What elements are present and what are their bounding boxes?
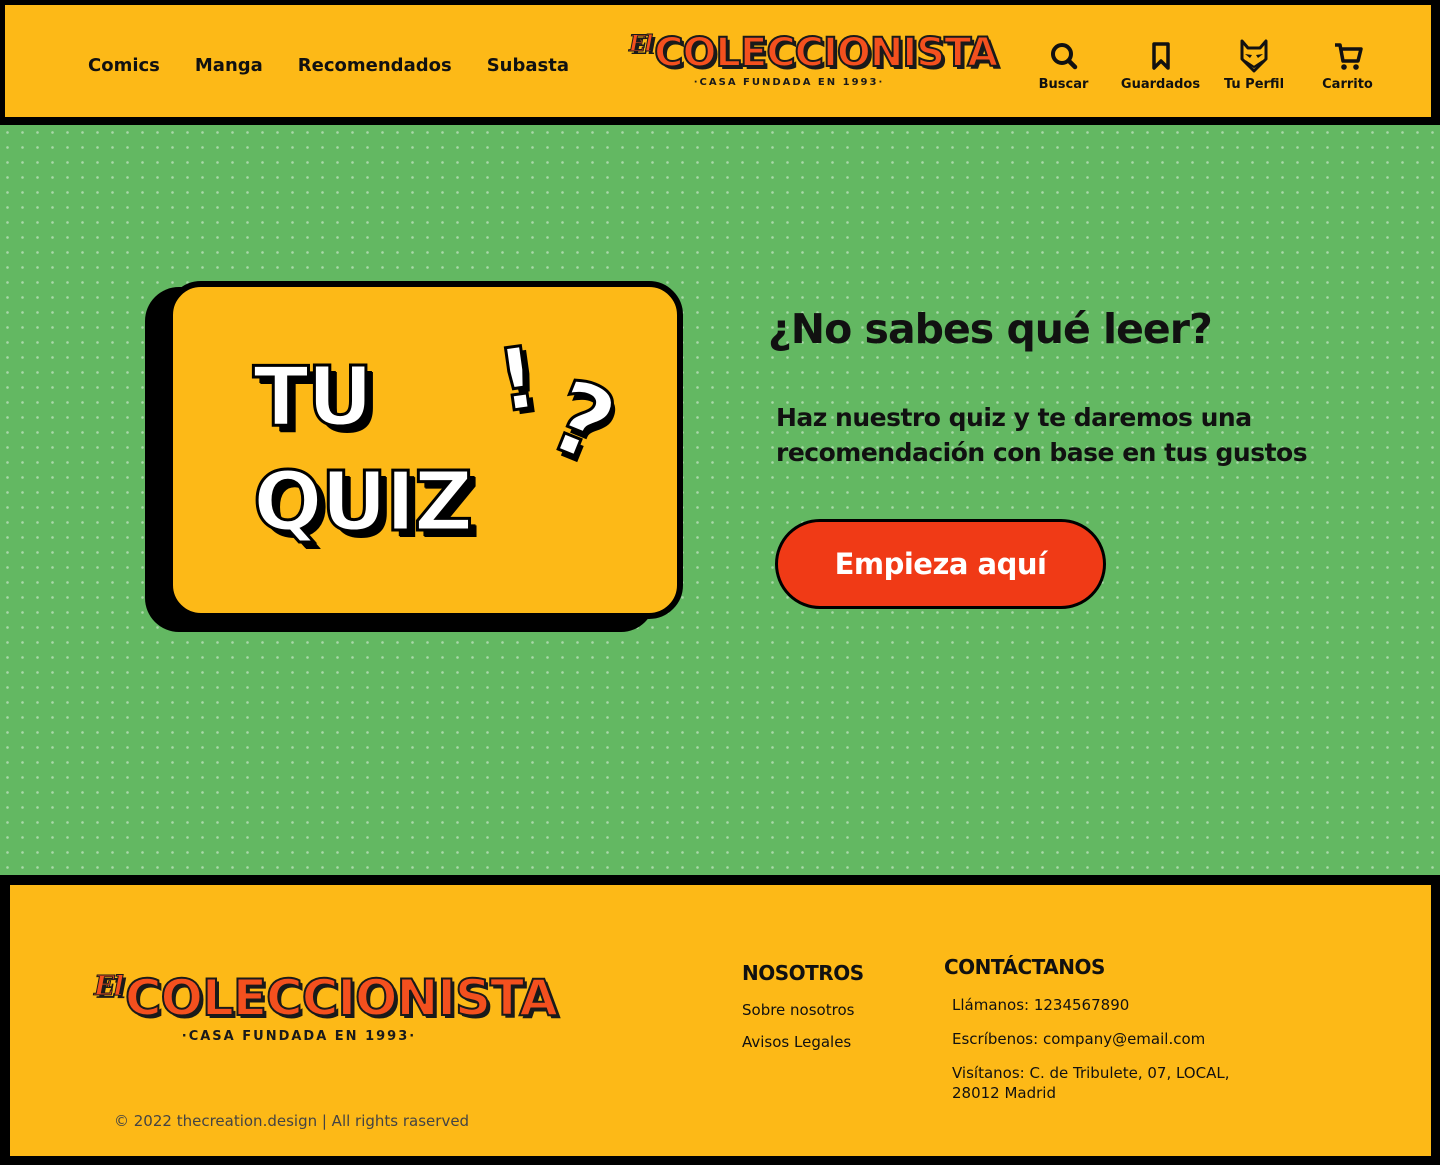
saved-button[interactable]: Guardados [1112, 39, 1209, 92]
question-mark: ? [532, 355, 633, 488]
footer-logo-wordmark: ElCOLECCIONISTA [94, 971, 559, 1024]
nav-manga[interactable]: Manga [195, 55, 263, 76]
search-label: Buscar [1038, 77, 1089, 92]
profile-button[interactable]: Tu Perfil [1209, 39, 1299, 92]
contact-phone[interactable]: Llámanos: 1234567890 [952, 995, 1129, 1015]
cart-label: Carrito [1322, 77, 1373, 92]
footer-logo[interactable]: ElCOLECCIONISTA ·CASA FUNDADA EN 1993· [94, 971, 559, 1044]
contact-email[interactable]: Escríbenos: company@email.com [952, 1029, 1205, 1049]
bookmark-icon [1151, 42, 1170, 70]
logo-name: COLECCIONISTA [653, 30, 999, 76]
hero-description: Haz nuestro quiz y te daremos una recome… [776, 403, 1308, 467]
site-footer: ElCOLECCIONISTA ·CASA FUNDADA EN 1993· ©… [8, 883, 1433, 1158]
nav-recomendados[interactable]: Recomendados [298, 55, 452, 76]
footer-logo-tagline: ·CASA FUNDADA EN 1993· [181, 1029, 417, 1044]
footer-logo-name: COLECCIONISTA [124, 969, 559, 1027]
search-icon [1050, 43, 1077, 70]
site-header: Comics Manga Recomendados Subasta ElCOLE… [3, 3, 1433, 119]
main-nav: Comics Manga Recomendados Subasta [88, 55, 569, 76]
hero-title: ¿No sabes qué leer? [768, 305, 1213, 353]
footer-logo-prefix: El [94, 971, 125, 1002]
link-sobre-nosotros[interactable]: Sobre nosotros [742, 1000, 854, 1020]
hero-mask-icon [1240, 39, 1268, 73]
logo-prefix: El [628, 31, 653, 57]
profile-label: Tu Perfil [1223, 77, 1285, 92]
search-button[interactable]: Buscar [1015, 39, 1112, 92]
logo-wordmark: ElCOLECCIONISTA [628, 31, 999, 74]
contact-title: CONTÁCTANOS [944, 955, 1105, 979]
quiz-card: TU QUIZ ! ? [167, 281, 683, 619]
cart-button[interactable]: Carrito [1299, 39, 1396, 92]
start-quiz-button[interactable]: Empieza aquí [775, 519, 1106, 609]
cart-icon [1334, 43, 1363, 70]
nosotros-title: NOSOTROS [742, 961, 864, 985]
saved-label: Guardados [1120, 77, 1201, 92]
nav-subasta[interactable]: Subasta [487, 55, 569, 76]
quiz-word-quiz: QUIZ [251, 455, 474, 550]
quiz-word-tu: TU [252, 350, 376, 445]
nav-comics[interactable]: Comics [88, 55, 160, 76]
exclamation-mark: ! [490, 326, 546, 433]
contact-address: Visítanos: C. de Tribulete, 07, LOCAL, 2… [952, 1064, 1230, 1102]
header-logo[interactable]: ElCOLECCIONISTA ·CASA FUNDADA EN 1993· [628, 31, 999, 88]
header-actions: Buscar Guardados Tu Perfil Carrito [1015, 39, 1396, 92]
copyright: © 2022 thecreation.design | All rights r… [114, 1112, 470, 1130]
logo-tagline: ·CASA FUNDADA EN 1993· [693, 77, 885, 88]
link-avisos-legales[interactable]: Avisos Legales [742, 1032, 851, 1052]
